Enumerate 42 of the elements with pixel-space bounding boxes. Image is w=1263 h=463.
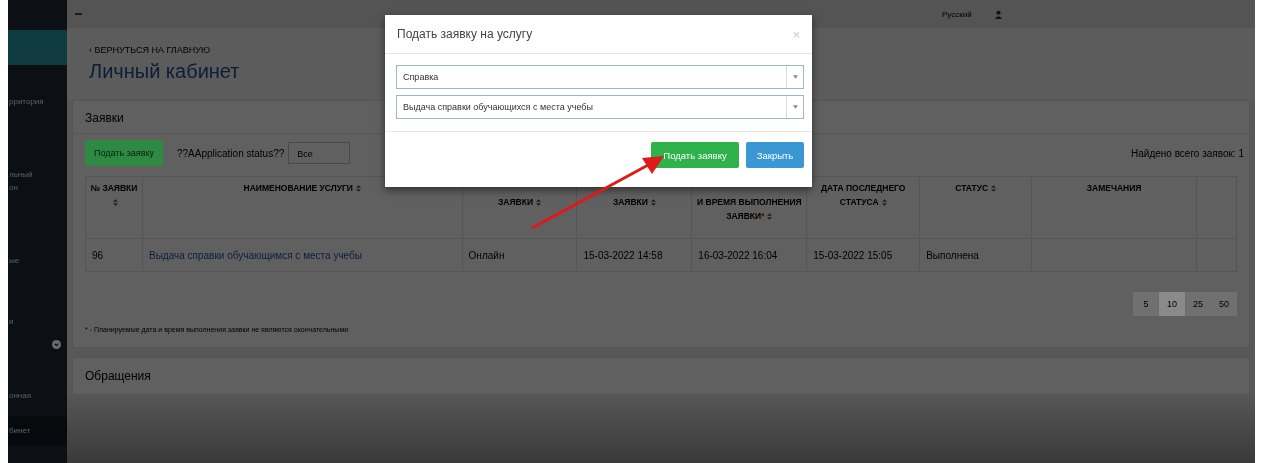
sidebar-item[interactable]: льный он: [8, 168, 67, 194]
close-button[interactable]: Закрыть: [746, 142, 804, 168]
table-cell: Онлайн: [462, 238, 577, 272]
sort-icon[interactable]: [991, 185, 997, 193]
select-field[interactable]: Выдача справки обучающихся с места учебы: [396, 95, 804, 119]
user-icon[interactable]: [993, 9, 1003, 19]
sort-icon[interactable]: [767, 213, 773, 221]
table-cell: Выполнена: [919, 238, 1032, 272]
sort-icon[interactable]: [113, 199, 118, 207]
column-header[interactable]: № ЗАЯВКИ: [85, 176, 143, 239]
sort-icon[interactable]: [650, 199, 656, 207]
caret-icon: [792, 105, 798, 109]
sort-icon[interactable]: [881, 199, 887, 207]
submit-request-button[interactable]: Подать заявку: [85, 140, 163, 166]
column-header[interactable]: ЗАМЕЧАНИЯ: [1031, 176, 1197, 239]
column-header[interactable]: СТАТУС: [919, 176, 1032, 239]
table-cell: 16-03-2022 16:04: [691, 238, 807, 272]
sidebar-item[interactable]: онная: [8, 389, 67, 402]
sidebar-item[interactable]: ые: [8, 254, 67, 267]
sort-icon[interactable]: [536, 199, 542, 207]
table-cell: 96: [85, 238, 143, 272]
submit-request-button[interactable]: Подать заявку: [651, 142, 739, 168]
select-field[interactable]: Справка: [396, 65, 804, 89]
back-link[interactable]: ‹ ВЕРНУТЬСЯ НА ГЛАВНУЮ: [89, 45, 211, 55]
language-selector[interactable]: Русский: [942, 9, 972, 19]
close-button[interactable]: ×: [792, 26, 800, 42]
sidebar-item[interactable]: и: [8, 315, 67, 328]
table-cell: 15-03-2022 14:58: [577, 238, 692, 272]
status-select[interactable]: Все: [288, 142, 351, 164]
modal-title: Подать заявку на услугу: [397, 27, 533, 41]
page-title: Личный кабинет: [89, 60, 240, 83]
found-count: Найдено всего заявок: 1: [1131, 147, 1244, 159]
sort-icon[interactable]: [356, 185, 361, 193]
caret-icon: [792, 75, 798, 79]
sidebar-item[interactable]: бинет: [8, 416, 67, 445]
chevron-down-icon[interactable]: [52, 340, 61, 349]
panel-title: Обращения: [84, 368, 152, 385]
sidebar-item[interactable]: рритория: [8, 95, 67, 108]
service-link[interactable]: Выдача справки обучающимся с места учебы: [142, 238, 463, 272]
status-label: ??AApplication status??: [177, 147, 285, 159]
table-cell: 15-03-2022 15:05: [806, 238, 920, 272]
page-size-button[interactable]: 10: [1159, 292, 1185, 316]
